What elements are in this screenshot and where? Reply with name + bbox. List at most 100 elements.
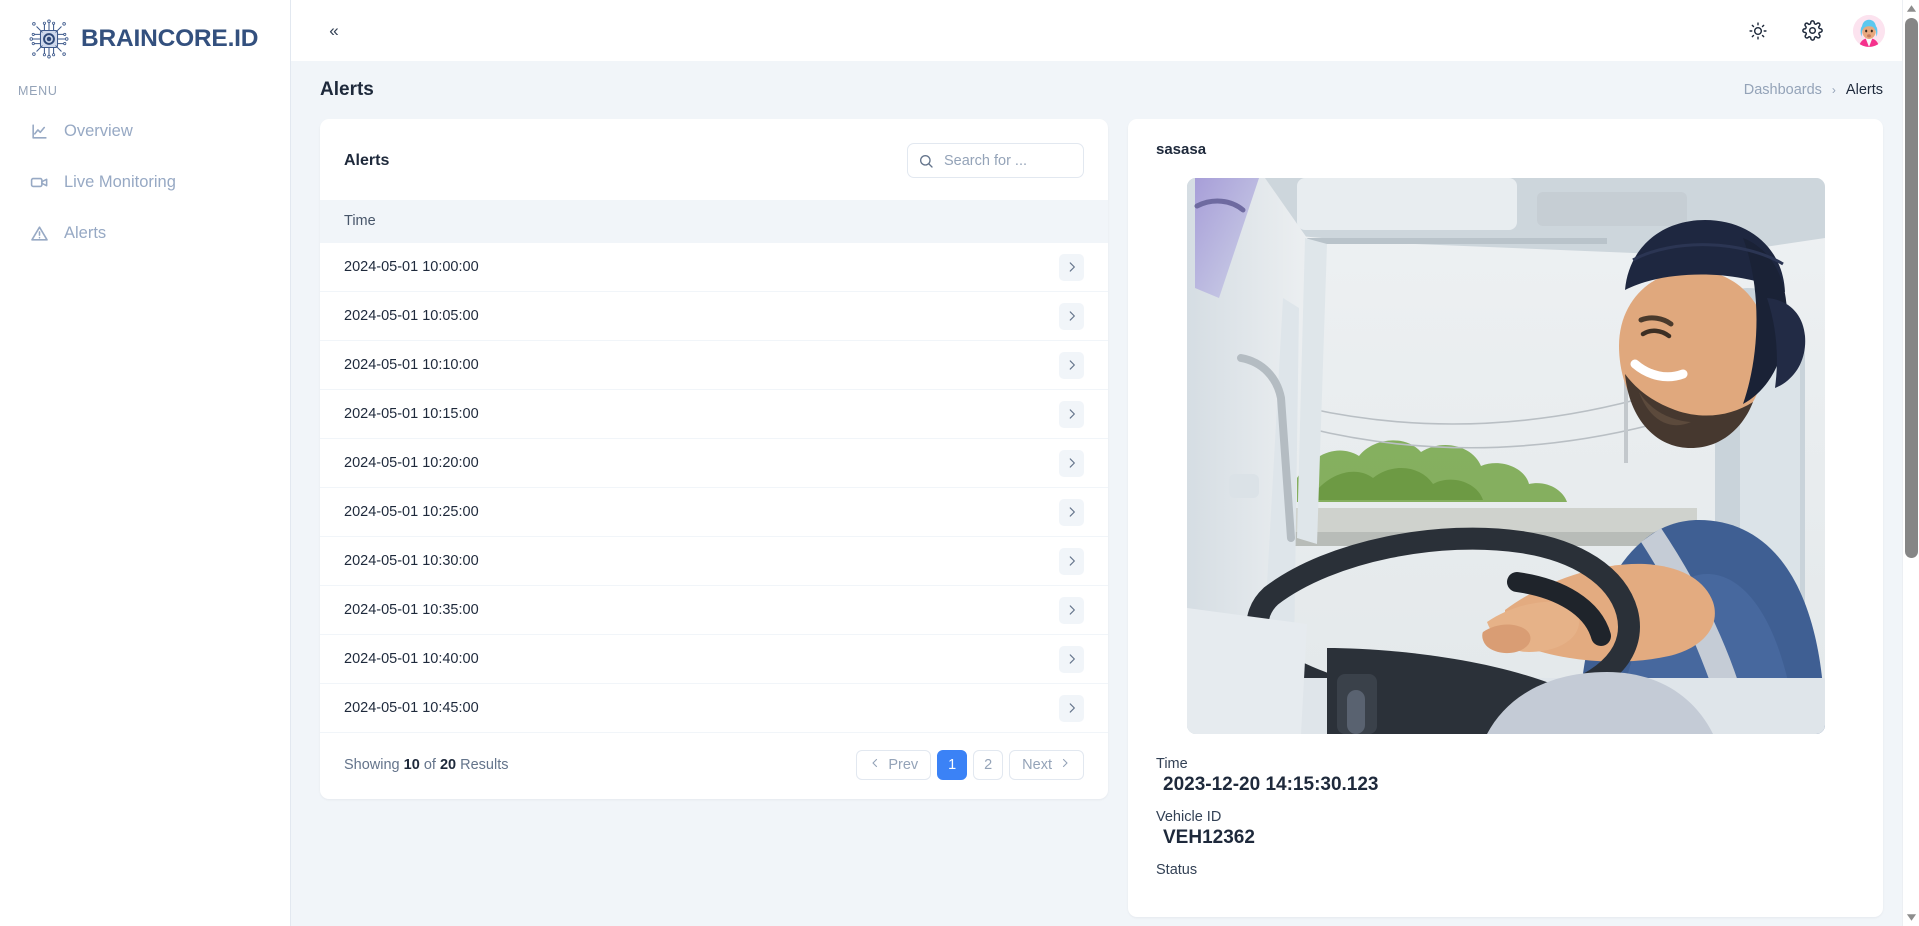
- next-page-button[interactable]: Next: [1009, 750, 1084, 780]
- sun-icon[interactable]: [1745, 18, 1771, 44]
- brand-name: BRAINCORE.ID: [81, 25, 259, 52]
- alerts-card-header: Alerts: [320, 119, 1108, 200]
- showing-middle: of: [423, 757, 436, 773]
- field-label: Vehicle ID: [1156, 809, 1222, 825]
- cell-time: 2024-05-01 10:05:00: [320, 291, 714, 341]
- detail-field-vehicle-id: Vehicle ID VEH12362: [1156, 809, 1855, 849]
- table-row[interactable]: 2024-05-01 10:05:00: [320, 291, 1108, 341]
- page-button-2[interactable]: 2: [973, 750, 1004, 780]
- sidebar-section-label: MENU: [18, 84, 58, 98]
- topbar-actions: [1745, 14, 1885, 47]
- chevron-right-icon[interactable]: [1059, 449, 1084, 477]
- breadcrumb: Dashboards › Alerts: [1744, 82, 1883, 98]
- table-row[interactable]: 2024-05-01 10:10:00: [320, 340, 1108, 390]
- sidebar-item-label: Live Monitoring: [64, 172, 176, 191]
- brand[interactable]: BRAINCORE.ID: [0, 0, 290, 62]
- cell-time: 2024-05-01 10:25:00: [320, 487, 714, 537]
- cell-time: 2024-05-01 10:30:00: [320, 536, 714, 586]
- page-scrollbar[interactable]: [1902, 0, 1919, 926]
- chevron-right-icon[interactable]: [1059, 645, 1084, 673]
- column-header-time: Time: [320, 200, 714, 243]
- showing-suffix: Results: [460, 757, 509, 773]
- alerts-table-body: 2024-05-01 10:00:00 2024-05-01 10:05:00: [320, 242, 1108, 733]
- breadcrumb-current: Alerts: [1845, 82, 1883, 98]
- table-row[interactable]: 2024-05-01 10:30:00: [320, 536, 1108, 586]
- truck-driver-photo: [1186, 178, 1825, 734]
- field-label: Time: [1156, 756, 1188, 772]
- sidebar-nav: Overview Live Monitoring Alerts: [0, 110, 290, 254]
- cell-time: 2024-05-01 10:20:00: [320, 438, 714, 488]
- sidebar-item-label: Alerts: [64, 223, 107, 242]
- scroll-down-arrow-icon[interactable]: [1903, 909, 1919, 926]
- content-region: Alerts Time: [291, 119, 1919, 926]
- pager: Prev 1 2 Next: [856, 750, 1084, 780]
- cell-time: 2024-05-01 10:35:00: [320, 585, 714, 635]
- showing-results-text: Showing 10 of 20 Results: [344, 757, 508, 773]
- table-header-row: Time: [320, 200, 1108, 243]
- chevron-right-icon: [1059, 757, 1071, 773]
- chevron-right-icon[interactable]: [1059, 302, 1084, 330]
- field-value: 2023-12-20 14:15:30.123: [1163, 774, 1379, 795]
- sidebar-item-alerts[interactable]: Alerts: [0, 212, 290, 254]
- field-label: Status: [1156, 862, 1198, 878]
- next-page-label: Next: [1022, 757, 1052, 773]
- warning-triangle-icon: [30, 224, 49, 243]
- cell-time: 2024-05-01 10:00:00: [320, 242, 714, 292]
- detail-field-time: Time 2023-12-20 14:15:30.123: [1156, 756, 1855, 796]
- alerts-card-title: Alerts: [344, 151, 390, 169]
- chevron-right-icon[interactable]: [1059, 351, 1084, 379]
- avatar[interactable]: [1853, 14, 1885, 47]
- app-root: BRAINCORE.ID MENU Overview Live Monitori…: [0, 0, 1919, 926]
- cpu-chip-icon: [28, 18, 70, 60]
- field-value: VEH12362: [1163, 827, 1255, 848]
- gear-icon[interactable]: [1799, 18, 1825, 44]
- table-row[interactable]: 2024-05-01 10:20:00: [320, 438, 1108, 488]
- showing-prefix: Showing: [344, 757, 400, 773]
- table-row[interactable]: 2024-05-01 10:00:00: [320, 242, 1108, 292]
- topbar: «: [291, 0, 1919, 61]
- sidebar-item-overview[interactable]: Overview: [0, 110, 290, 152]
- sidebar: BRAINCORE.ID MENU Overview Live Monitori…: [0, 0, 290, 926]
- video-camera-icon: [30, 173, 49, 192]
- cell-time: 2024-05-01 10:10:00: [320, 340, 714, 390]
- page-header: Alerts Dashboards › Alerts: [291, 61, 1919, 119]
- prev-page-button[interactable]: Prev: [856, 750, 932, 780]
- chevron-left-icon: [869, 757, 881, 773]
- breadcrumb-dashboards[interactable]: Dashboards: [1744, 82, 1822, 98]
- table-row[interactable]: 2024-05-01 10:35:00: [320, 585, 1108, 635]
- table-row[interactable]: 2024-05-01 10:45:00: [320, 683, 1108, 733]
- alert-detail-card: sasasa Time 2023-12-20 14:15:30.123 Vehi…: [1128, 119, 1883, 917]
- column-header-action: [714, 200, 1108, 243]
- page-button-1[interactable]: 1: [937, 750, 968, 780]
- alerts-table-head: Time: [320, 200, 1108, 243]
- table-row[interactable]: 2024-05-01 10:40:00: [320, 634, 1108, 684]
- chevron-right-icon[interactable]: [1059, 547, 1084, 575]
- chevron-right-icon: ›: [1831, 83, 1836, 97]
- alerts-table: Time 2024-05-01 10:00:00 2024-05-01 10:0…: [320, 200, 1108, 733]
- line-chart-icon: [30, 122, 49, 141]
- chevron-double-left-icon[interactable]: «: [319, 16, 349, 46]
- alerts-list-card: Alerts Time: [320, 119, 1108, 799]
- scrollbar-thumb[interactable]: [1905, 18, 1918, 558]
- cell-time: 2024-05-01 10:40:00: [320, 634, 714, 684]
- main-region: « Alerts Dashboards › Alerts Alerts Sear…: [290, 0, 1919, 926]
- chevron-right-icon[interactable]: [1059, 400, 1084, 428]
- detail-title: sasasa: [1156, 141, 1207, 158]
- cell-time: 2024-05-01 10:45:00: [320, 683, 714, 733]
- scroll-up-arrow-icon[interactable]: [1903, 0, 1919, 17]
- chevron-right-icon[interactable]: [1059, 694, 1084, 722]
- detail-field-status: Status: [1156, 862, 1855, 878]
- chevron-right-icon[interactable]: [1059, 253, 1084, 281]
- table-row[interactable]: 2024-05-01 10:25:00: [320, 487, 1108, 537]
- sidebar-item-live-monitoring[interactable]: Live Monitoring: [0, 161, 290, 203]
- total-count: 20: [439, 757, 457, 773]
- search-input[interactable]: [907, 143, 1084, 178]
- search-field: [907, 143, 1084, 178]
- chevron-right-icon[interactable]: [1059, 498, 1084, 526]
- chevron-right-icon[interactable]: [1059, 596, 1084, 624]
- showing-count: 10: [403, 757, 420, 773]
- page-title: Alerts: [320, 79, 374, 100]
- sidebar-item-label: Overview: [64, 121, 133, 140]
- cell-time: 2024-05-01 10:15:00: [320, 389, 714, 439]
- table-row[interactable]: 2024-05-01 10:15:00: [320, 389, 1108, 439]
